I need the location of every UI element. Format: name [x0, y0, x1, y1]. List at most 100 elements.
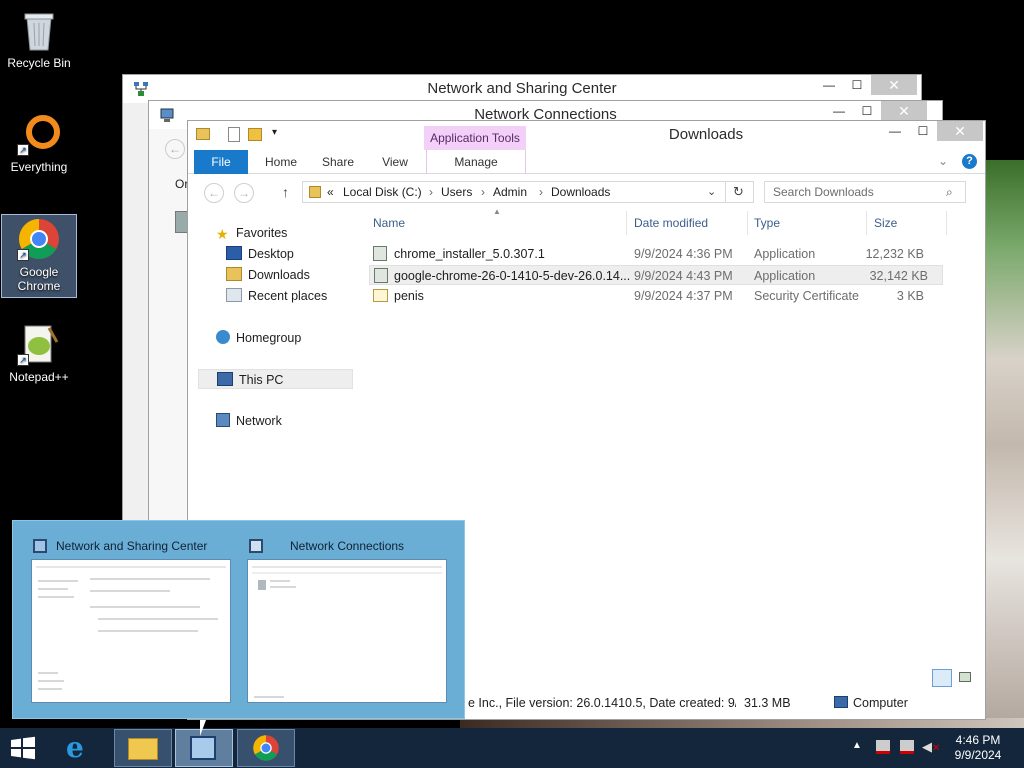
nav-label: Desktop — [248, 247, 294, 261]
file-name: google-chrome-26-0-1410-5-dev-26.0.14... — [394, 269, 631, 283]
new-folder-icon[interactable] — [248, 128, 262, 141]
folder-icon[interactable] — [196, 128, 210, 140]
column-header-type[interactable]: Type — [754, 216, 780, 230]
close-button[interactable]: ✕ — [881, 101, 927, 121]
nav-homegroup[interactable]: Homegroup — [216, 328, 301, 348]
minimize-button[interactable]: — — [825, 101, 853, 121]
status-computer-icon — [834, 696, 848, 708]
large-icons-view-button[interactable] — [956, 669, 974, 687]
nav-downloads[interactable]: Downloads — [226, 265, 310, 285]
breadcrumb-downloads[interactable]: Downloads — [551, 185, 610, 199]
thumbnail-network-sharing[interactable] — [31, 559, 231, 703]
thumbnail-line — [36, 566, 226, 568]
minimize-button[interactable]: — — [815, 75, 843, 95]
column-header-name[interactable]: Name — [373, 216, 405, 230]
nav-network[interactable]: Network — [216, 411, 282, 431]
minimize-button[interactable]: — — [881, 121, 909, 141]
back-button[interactable]: ← — [204, 183, 224, 203]
breadcrumb-separator: › — [539, 185, 543, 199]
tab-view[interactable]: View — [372, 150, 418, 174]
close-button[interactable]: ✕ — [937, 121, 983, 141]
internet-explorer-icon: e — [66, 731, 84, 764]
folder-icon — [128, 738, 158, 760]
nav-desktop[interactable]: Desktop — [226, 244, 294, 264]
column-divider — [747, 211, 748, 235]
file-row[interactable]: penis 9/9/2024 4:37 PM Security Certific… — [364, 286, 934, 306]
nav-this-pc[interactable]: This PC — [198, 369, 353, 389]
expand-ribbon-icon[interactable]: ⌄ — [938, 154, 948, 168]
file-row[interactable]: chrome_installer_5.0.307.1 9/9/2024 4:36… — [364, 244, 934, 264]
help-icon[interactable]: ? — [962, 154, 977, 169]
properties-icon[interactable] — [228, 127, 240, 142]
thumbnail-title[interactable]: Network and Sharing Center — [56, 539, 207, 553]
thumbnail-line — [38, 596, 74, 598]
address-bar[interactable]: « Local Disk (C:) › Users › Admin › Down… — [302, 181, 754, 203]
maximize-button[interactable]: ☐ — [853, 101, 881, 121]
search-input[interactable]: Search Downloads — [764, 181, 966, 203]
details-view-button[interactable] — [932, 669, 952, 687]
thumbnail-line — [38, 580, 78, 582]
customize-chevron-icon[interactable]: ▾ — [272, 127, 277, 138]
file-date: 9/9/2024 4:37 PM — [634, 289, 733, 303]
nav-label: This PC — [239, 373, 284, 387]
file-date: 9/9/2024 4:43 PM — [634, 269, 733, 283]
search-icon: ⌕ — [946, 185, 953, 199]
history-dropdown-icon[interactable]: ⌄ — [707, 185, 716, 198]
application-file-icon — [373, 246, 387, 261]
shortcut-arrow-icon: ↗ — [17, 144, 29, 156]
breadcrumb-users[interactable]: Users — [441, 185, 472, 199]
computer-icon — [217, 372, 233, 386]
back-button[interactable]: ← — [165, 139, 185, 159]
status-location: Computer — [853, 696, 908, 710]
tray-flag-icon[interactable] — [876, 740, 890, 754]
sort-arrow-icon: ▲ — [493, 207, 501, 216]
tab-share[interactable]: Share — [314, 150, 362, 174]
windows-logo-icon — [11, 736, 35, 760]
nav-favorites[interactable]: ★ Favorites — [216, 223, 287, 243]
tab-manage[interactable]: Manage — [426, 150, 526, 174]
taskbar-internet-explorer[interactable]: e — [52, 729, 110, 767]
thumbnail-title[interactable]: Network Connections — [290, 539, 404, 553]
thumbnail-line — [90, 590, 170, 592]
tray-volume-icon[interactable]: ◀✕ — [922, 739, 940, 755]
show-hidden-icons-button[interactable]: ▲ — [852, 740, 862, 751]
taskbar-file-explorer[interactable] — [114, 729, 172, 767]
tab-file[interactable]: File — [194, 150, 248, 174]
breadcrumb-admin[interactable]: Admin — [493, 185, 527, 199]
breadcrumb-separator: › — [481, 185, 485, 199]
file-name: penis — [394, 289, 424, 303]
taskbar-chrome[interactable] — [237, 729, 295, 767]
breadcrumb-overflow[interactable]: « — [327, 185, 334, 199]
desktop-icon-recycle-bin[interactable]: Recycle Bin — [1, 8, 77, 76]
nav-label: Downloads — [248, 268, 310, 282]
file-row[interactable]: google-chrome-26-0-1410-5-dev-26.0.14...… — [369, 265, 943, 285]
titlebar[interactable]: Network and Sharing Center — ☐ ✕ — [123, 75, 921, 103]
maximize-button[interactable]: ☐ — [843, 75, 871, 95]
start-button[interactable] — [8, 736, 38, 760]
column-header-size[interactable]: Size — [874, 216, 897, 230]
file-type: Security Certificate — [754, 289, 859, 303]
breadcrumb-local-disk[interactable]: Local Disk (C:) — [343, 185, 422, 199]
desktop-icon-notepadpp[interactable]: ↗ Notepad++ — [1, 322, 77, 390]
clock[interactable]: 4:46 PM 9/9/2024 — [950, 733, 1006, 763]
titlebar[interactable]: ▾ Application Tools Downloads — ☐ ✕ — [188, 121, 985, 150]
nav-recent-places[interactable]: Recent places — [226, 286, 327, 306]
forward-button[interactable]: → — [234, 183, 254, 203]
close-button[interactable]: ✕ — [871, 75, 917, 95]
column-divider — [626, 211, 627, 235]
maximize-button[interactable]: ☐ — [909, 121, 937, 141]
refresh-icon[interactable]: ↻ — [725, 182, 751, 202]
desktop-icon-everything[interactable]: ↗ Everything — [1, 112, 77, 180]
column-header-date[interactable]: Date modified — [634, 216, 708, 230]
chrome-icon — [253, 735, 279, 761]
thumbnail-network-connections[interactable] — [247, 559, 447, 703]
clock-date: 9/9/2024 — [954, 748, 1002, 762]
up-button[interactable]: ↑ — [282, 184, 289, 200]
taskbar-thumbnail-popup: Network and Sharing Center Network Conne… — [12, 520, 465, 719]
breadcrumb-separator: › — [429, 185, 433, 199]
window-title: Network and Sharing Center — [427, 80, 617, 97]
tab-home[interactable]: Home — [258, 150, 304, 174]
desktop-icon-google-chrome[interactable]: ↗ Google Chrome — [1, 214, 77, 298]
tray-network-icon[interactable] — [900, 740, 914, 754]
mouse-cursor-icon — [200, 720, 206, 736]
